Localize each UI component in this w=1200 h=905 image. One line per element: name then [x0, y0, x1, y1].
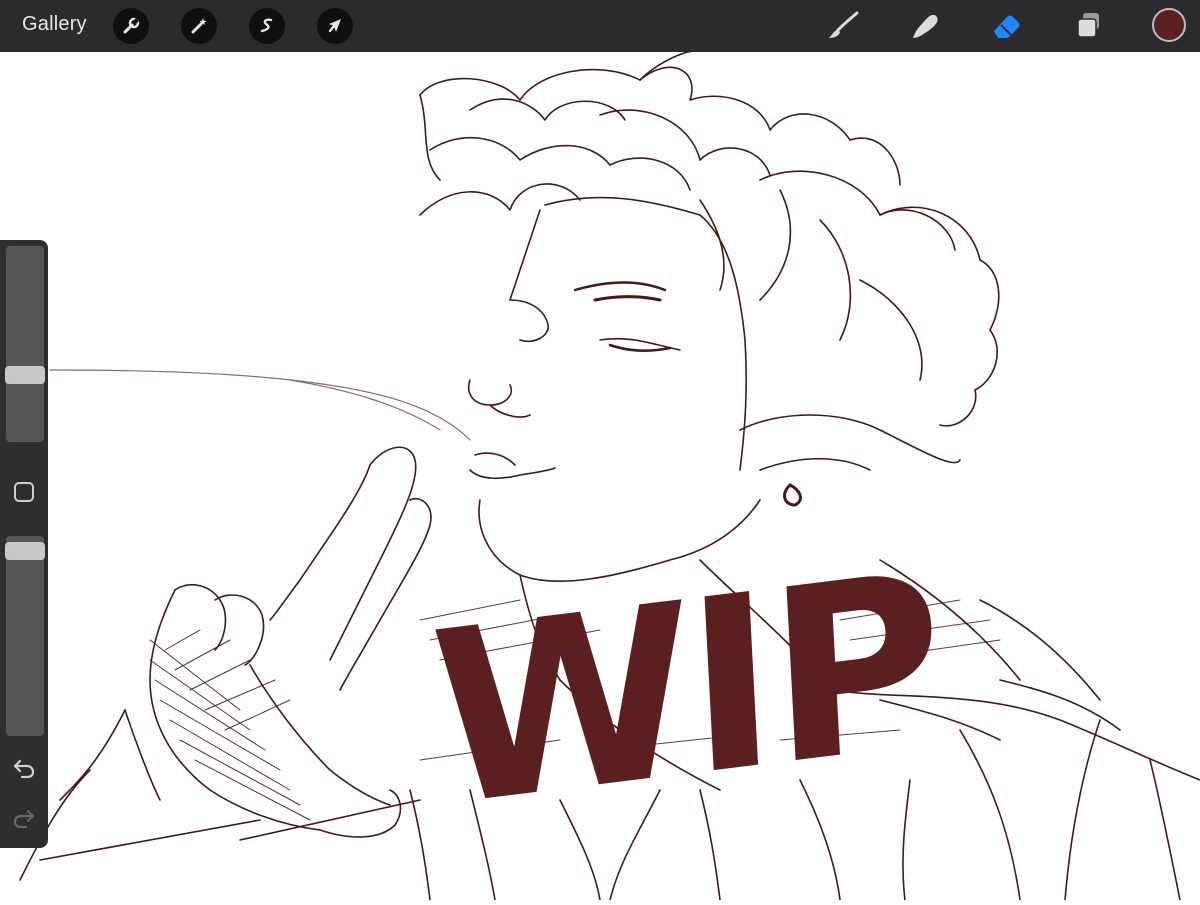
magic-wand-icon[interactable] — [181, 8, 217, 44]
wip-overlay-text: WIP — [425, 521, 945, 862]
opacity-thumb[interactable] — [5, 542, 45, 560]
smudge-finger-icon[interactable] — [907, 8, 943, 44]
top-toolbar: Gallery — [0, 0, 1200, 52]
layers-icon[interactable] — [1071, 8, 1107, 44]
brush-size-slider[interactable] — [6, 246, 44, 442]
color-swatch-button[interactable] — [1152, 8, 1186, 42]
eraser-icon[interactable] — [988, 8, 1024, 44]
arrow-cursor-icon[interactable] — [317, 8, 353, 44]
wrench-icon[interactable] — [113, 8, 149, 44]
brush-icon[interactable] — [826, 8, 862, 44]
brush-size-thumb[interactable] — [5, 366, 45, 384]
gallery-button[interactable]: Gallery — [22, 13, 87, 36]
opacity-slider[interactable] — [6, 536, 44, 736]
square-modify-icon[interactable] — [14, 482, 34, 502]
left-sidebar — [0, 240, 48, 848]
redo-icon[interactable] — [10, 804, 38, 832]
drawing-canvas[interactable]: WIP — [0, 51, 1200, 901]
undo-icon[interactable] — [10, 754, 38, 782]
selection-s-icon[interactable] — [249, 8, 285, 44]
